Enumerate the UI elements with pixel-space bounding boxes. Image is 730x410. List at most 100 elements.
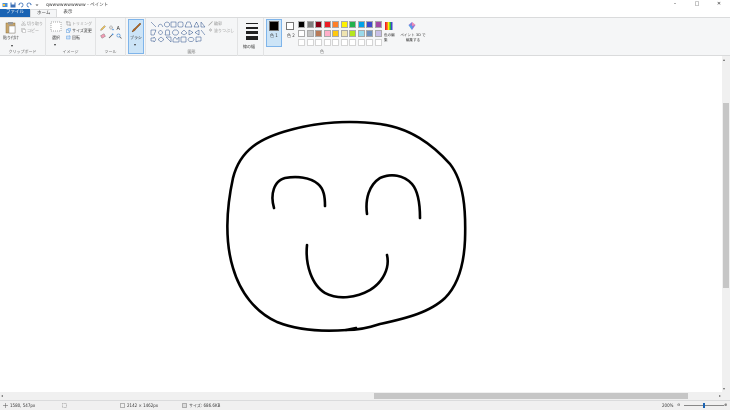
copy-button[interactable]: コピー (27, 28, 39, 34)
canvas-size-icon (120, 403, 125, 408)
edit-colors-button[interactable]: 色の編集 (384, 33, 396, 42)
mouth-stroke (305, 243, 389, 299)
palette-swatch[interactable] (340, 21, 348, 28)
tools-group-label: ツール (104, 49, 117, 54)
rotate-icon[interactable] (66, 35, 71, 40)
cursor-position-icon (3, 403, 8, 408)
zoom-in-button[interactable]: ⊕ (724, 402, 727, 407)
custom-color-swatch[interactable] (298, 39, 305, 46)
custom-color-swatch[interactable] (340, 39, 348, 46)
crop-button[interactable]: トリミング (72, 21, 92, 27)
tab-view[interactable]: 表示 (57, 9, 78, 17)
select-button[interactable]: 選択 (52, 35, 60, 41)
drawing-canvas[interactable] (0, 56, 722, 392)
shapes-group-label: 図形 (187, 49, 196, 54)
color1-swatch[interactable] (269, 21, 279, 31)
zoom-out-button[interactable]: ⊖ (677, 402, 680, 407)
outline-icon[interactable] (208, 21, 213, 26)
custom-color-swatch[interactable] (349, 39, 356, 46)
redo-icon[interactable] (26, 2, 32, 8)
paste-icon[interactable] (5, 21, 17, 34)
outline-button[interactable]: 輪郭 (214, 21, 222, 27)
size-group[interactable]: 線の幅 (238, 18, 264, 56)
palette-swatch[interactable] (315, 21, 322, 28)
palette-swatch[interactable] (374, 21, 382, 28)
palette-swatch[interactable] (298, 21, 305, 28)
palette-swatch[interactable] (366, 21, 373, 28)
resize-icon[interactable] (66, 28, 71, 33)
horizontal-scrollbar[interactable]: ◂ ▸ (0, 392, 722, 400)
tab-home[interactable]: ホーム (30, 9, 58, 17)
vertical-scroll-thumb[interactable] (723, 103, 729, 288)
color2-label[interactable]: 色 2 (287, 33, 295, 39)
fill-bucket-icon[interactable] (108, 25, 114, 31)
canvas-area[interactable] (0, 56, 722, 392)
palette-swatch[interactable] (374, 30, 382, 37)
palette-swatch[interactable] (357, 21, 365, 28)
colors-group: 色 1 色 2 色の編集 ペイント 3D で編集する 色 (264, 18, 428, 56)
zoom-level: 200% (662, 403, 674, 408)
quick-access-toolbar (0, 2, 40, 8)
eraser-icon[interactable] (100, 33, 106, 39)
palette-swatch[interactable] (306, 30, 314, 37)
palette-swatch[interactable] (349, 30, 356, 37)
palette-swatch[interactable] (323, 21, 331, 28)
zoom-slider-thumb[interactable] (703, 403, 705, 408)
palette-swatch[interactable] (298, 30, 305, 37)
pencil-icon[interactable] (100, 25, 106, 31)
palette-swatch[interactable] (306, 21, 314, 28)
palette-swatch[interactable] (332, 21, 339, 28)
scrollbar-corner (722, 392, 730, 400)
custom-color-swatch[interactable] (315, 39, 322, 46)
paint-3d-icon[interactable] (407, 21, 417, 31)
rotate-button[interactable]: 回転 (72, 35, 80, 41)
minimize-button[interactable]: – (664, 0, 686, 9)
color2-swatch[interactable] (286, 22, 294, 30)
select-icon[interactable] (50, 21, 62, 32)
shapes-gallery-icon[interactable] (150, 21, 206, 43)
shape-fill-button[interactable]: 塗りつぶし (214, 28, 234, 34)
copy-icon[interactable] (21, 28, 26, 33)
paint-3d-button[interactable]: ペイント 3D で編集する (400, 33, 426, 42)
palette-swatch[interactable] (323, 30, 331, 37)
file-size: サイズ: 686.6KB (189, 403, 221, 408)
custom-color-swatch[interactable] (332, 39, 339, 46)
tab-file[interactable]: ファイル (0, 9, 30, 17)
save-icon[interactable] (10, 2, 16, 8)
brushes-label[interactable]: ブラシ (130, 35, 142, 41)
cut-button[interactable]: 切り取り (27, 21, 43, 27)
size-button[interactable]: 線の幅 (243, 44, 255, 50)
undo-icon[interactable] (18, 2, 24, 8)
custom-color-swatch[interactable] (366, 39, 373, 46)
shape-fill-icon[interactable] (208, 28, 213, 33)
resize-button[interactable]: サイズ変更 (72, 28, 92, 34)
custom-color-swatch[interactable] (374, 39, 382, 46)
palette-swatch[interactable] (340, 30, 348, 37)
paste-button[interactable]: 貼り付け (3, 35, 19, 41)
close-button[interactable]: ✕ (708, 0, 730, 9)
palette-swatch[interactable] (315, 30, 322, 37)
vertical-scrollbar[interactable]: ▴ ▾ (722, 56, 730, 392)
palette-swatch[interactable] (357, 30, 365, 37)
palette-swatch[interactable] (349, 21, 356, 28)
customize-qat-icon[interactable] (34, 2, 40, 8)
palette-swatch[interactable] (366, 30, 373, 37)
color1-label[interactable]: 色 1 (270, 33, 278, 39)
horizontal-scroll-thumb[interactable] (374, 393, 688, 399)
custom-color-swatch[interactable] (323, 39, 331, 46)
selection-size-icon (62, 403, 67, 408)
left-eye-stroke (271, 175, 327, 210)
text-tool-icon[interactable]: A (116, 25, 122, 31)
magnifier-icon[interactable] (116, 33, 122, 39)
maximize-button[interactable]: □ (686, 0, 708, 9)
custom-color-swatch[interactable] (306, 39, 314, 46)
palette-swatch[interactable] (332, 30, 339, 37)
color-picker-icon[interactable] (108, 33, 114, 39)
cut-icon[interactable] (21, 21, 26, 26)
crop-icon[interactable] (66, 21, 71, 26)
brushes-group[interactable]: ブラシ ▾ (126, 18, 146, 56)
custom-color-swatch[interactable] (357, 39, 365, 46)
title-bar: qwwwwwwwwww - ペイント – □ ✕ (0, 0, 730, 9)
brush-icon[interactable] (130, 22, 142, 33)
edit-colors-icon[interactable] (384, 21, 394, 31)
